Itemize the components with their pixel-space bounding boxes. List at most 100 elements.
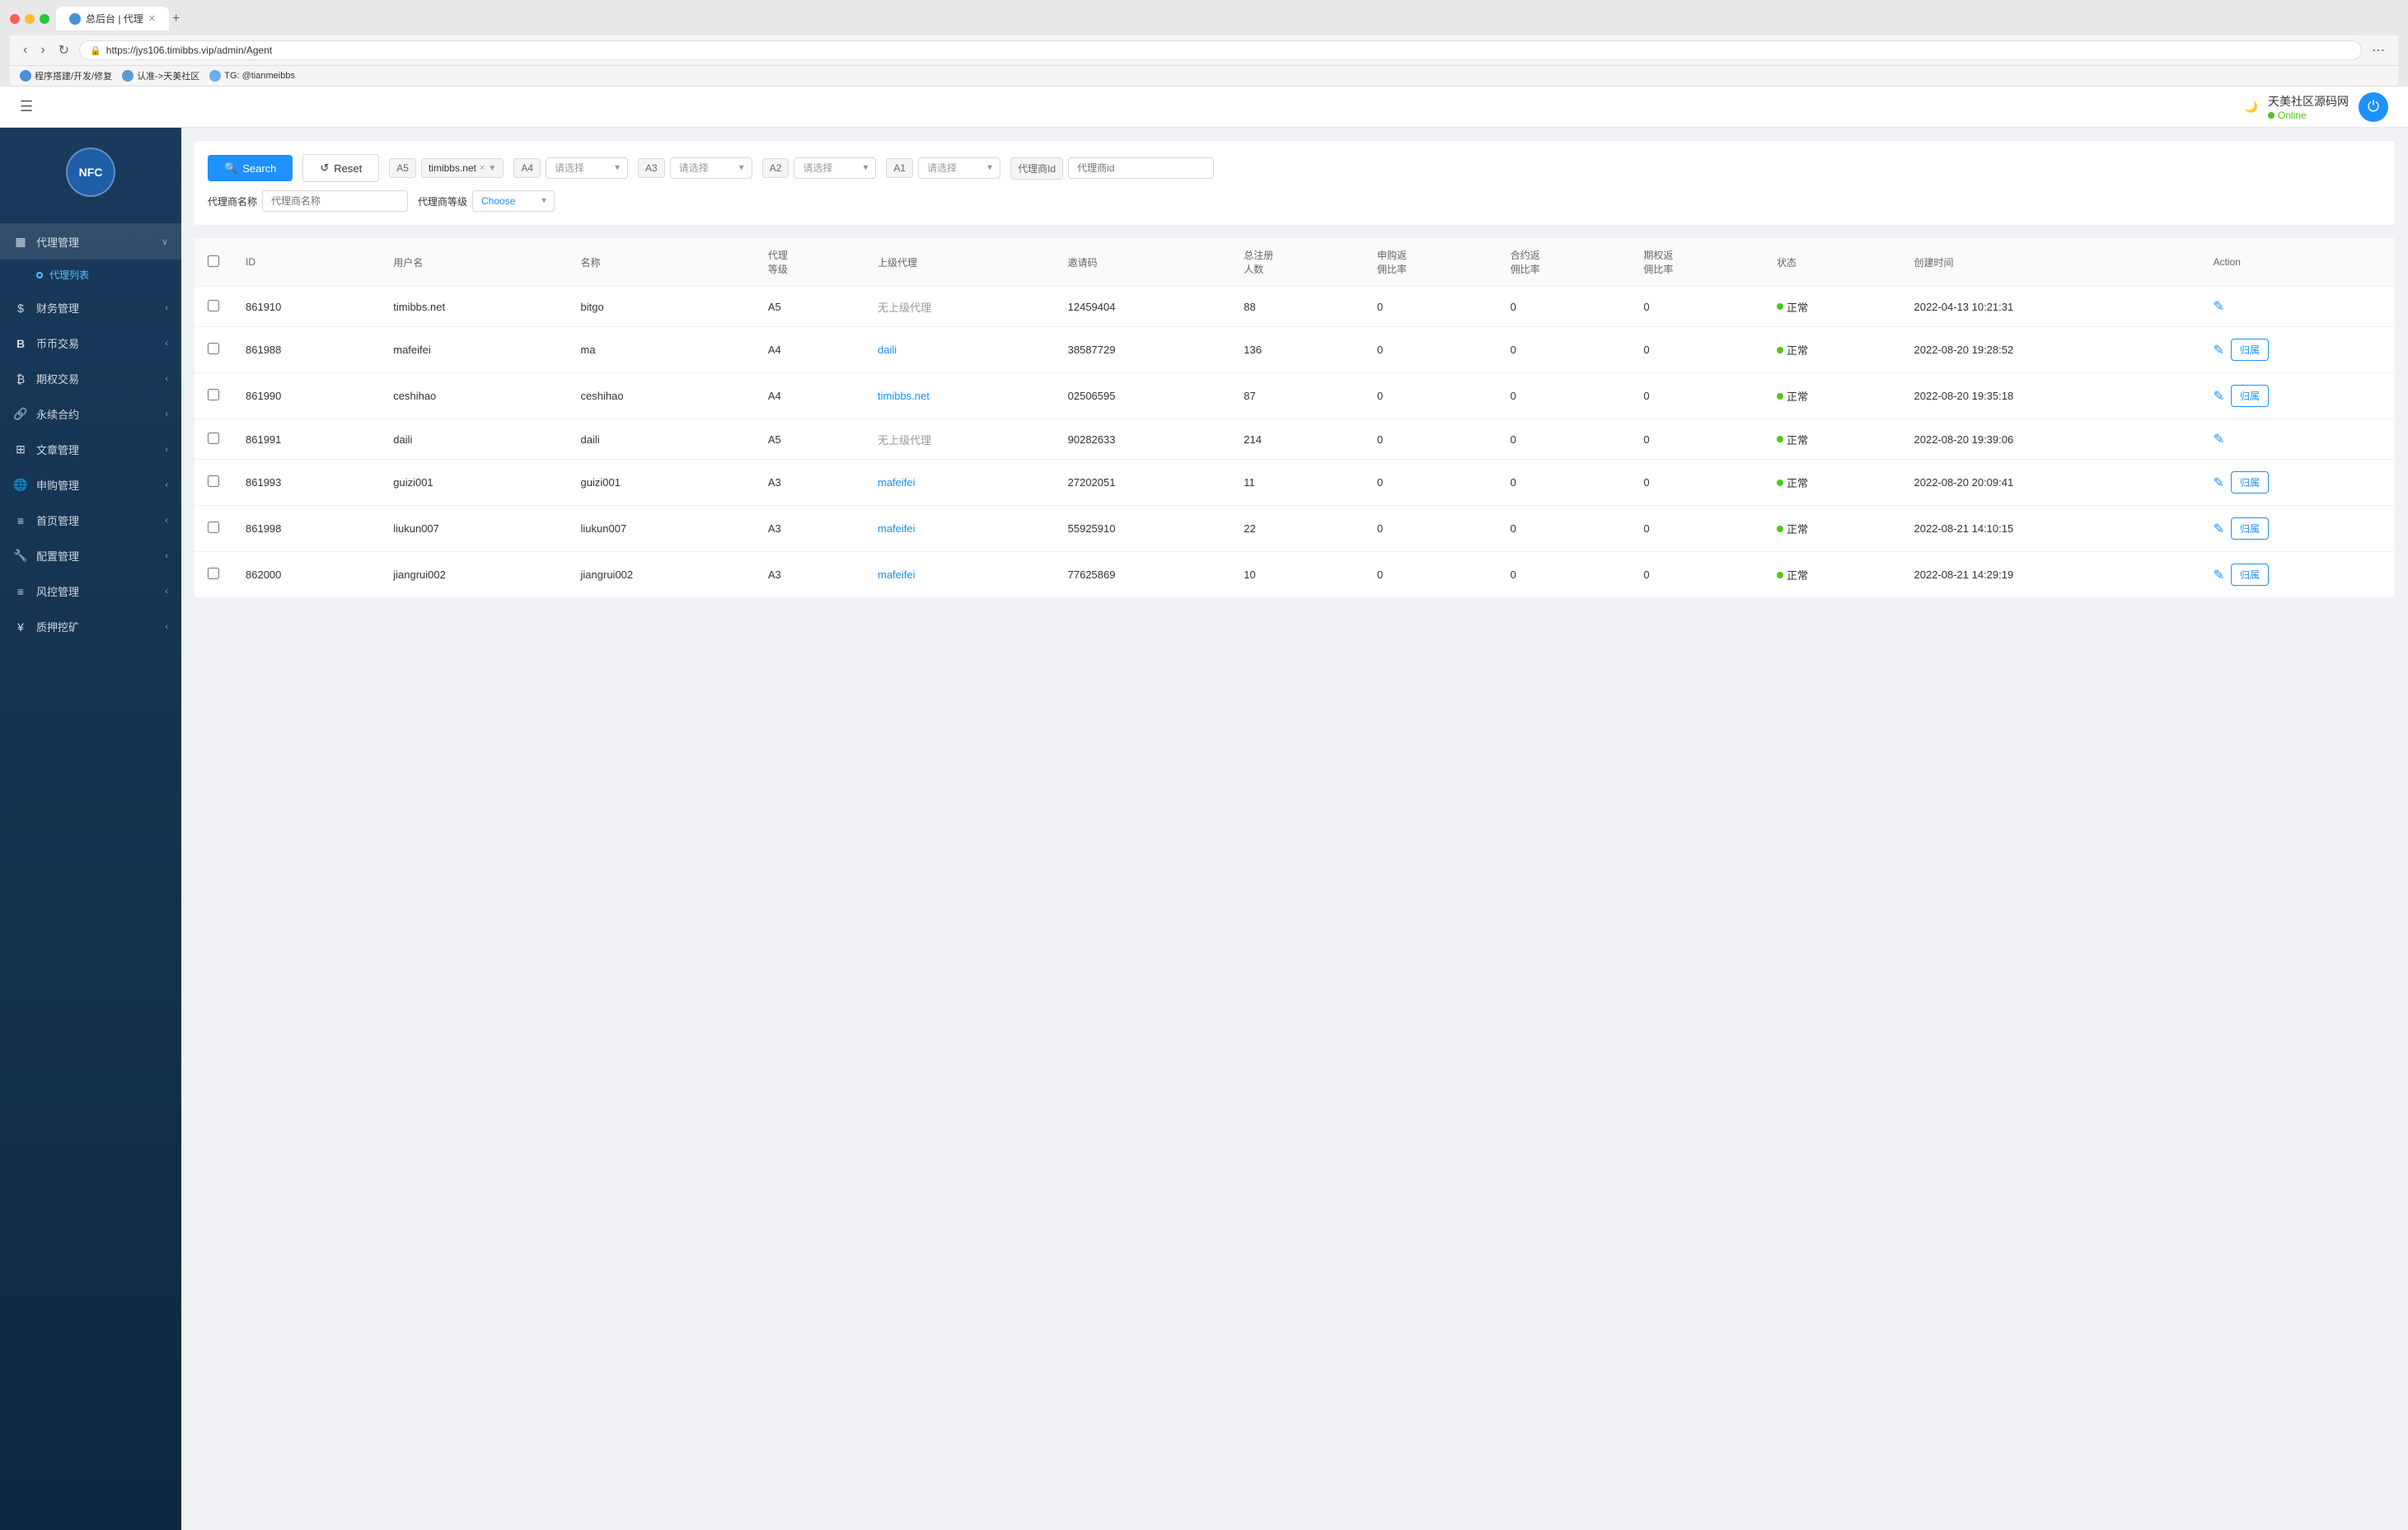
edit-button[interactable]: ✎ <box>2214 342 2224 358</box>
sidebar-subitem-agent-list[interactable]: 代理列表 <box>0 260 181 290</box>
cell-id: 861910 <box>232 287 380 327</box>
sidebar-item-config[interactable]: 🔧 配置管理 ‹ <box>0 538 181 573</box>
online-label: Online <box>2278 110 2307 121</box>
cell-parent: mafeifei <box>864 460 1055 506</box>
row-checkbox[interactable] <box>208 568 219 579</box>
sidebar-item-coin[interactable]: B 币币交易 ‹ <box>0 325 181 361</box>
parent-link[interactable]: mafeifei <box>878 568 916 581</box>
parent-link[interactable]: mafeifei <box>878 476 916 489</box>
cell-created: 2022-08-21 14:29:19 <box>1901 552 2200 598</box>
filter-tag-a3: A3 <box>638 158 665 178</box>
cell-invitecode: 55925910 <box>1055 506 1231 552</box>
filter-select-agentlevel[interactable]: Choose <box>472 190 555 212</box>
config-arrow-icon: ‹ <box>165 551 168 561</box>
sidebar-item-options[interactable]: ₿ 期权交易 ‹ <box>0 361 181 396</box>
sidebar-item-article[interactable]: ⊞ 文章管理 ‹ <box>0 432 181 467</box>
row-checkbox[interactable] <box>208 343 219 354</box>
logo-text: NFC <box>79 166 103 179</box>
status-dot-icon <box>1777 480 1783 486</box>
sidebar-item-perpetual[interactable]: 🔗 永续合约 ‹ <box>0 396 181 432</box>
sidebar-item-subscribe[interactable]: 🌐 申购管理 ‹ <box>0 467 181 503</box>
edit-button[interactable]: ✎ <box>2214 388 2224 405</box>
cell-id: 861998 <box>232 506 380 552</box>
edit-button[interactable]: ✎ <box>2214 475 2224 491</box>
search-button[interactable]: 🔍 Search <box>208 155 293 181</box>
filter-delete-a5[interactable]: × <box>480 163 485 173</box>
moon-icon[interactable]: 🌙 <box>2245 101 2258 114</box>
row-checkbox[interactable] <box>208 300 219 311</box>
col-username: 用户名 <box>380 238 567 287</box>
homepage-arrow-icon: ‹ <box>165 516 168 526</box>
tab-close-button[interactable]: ✕ <box>148 13 156 24</box>
filter-input-agentid[interactable] <box>1068 157 1214 179</box>
coin-arrow-icon: ‹ <box>165 339 168 349</box>
hamburger-menu[interactable]: ☰ <box>20 98 33 115</box>
filter-select-a2[interactable]: 请选择 <box>794 157 876 179</box>
status-label: 正常 <box>1787 567 1808 583</box>
edit-button[interactable]: ✎ <box>2214 521 2224 537</box>
filter-input-agentname[interactable] <box>262 190 408 212</box>
bookmark-item-2[interactable]: TG: @tianmeibbs <box>209 69 295 82</box>
parent-link[interactable]: timibbs.net <box>878 390 930 402</box>
subscribe-icon: 🌐 <box>13 478 28 493</box>
row-checkbox[interactable] <box>208 389 219 400</box>
traffic-light-red[interactable] <box>10 14 20 24</box>
edit-button[interactable]: ✎ <box>2214 431 2224 447</box>
filter-select-a3[interactable]: 请选择 <box>670 157 752 179</box>
table-row: 861993 guizi001 guizi001 A3 mafeifei 272… <box>194 460 2395 506</box>
edit-button[interactable]: ✎ <box>2214 298 2224 315</box>
cell-name: daili <box>568 419 755 460</box>
sidebar-item-finance[interactable]: $ 财务管理 ‹ <box>0 290 181 325</box>
cell-username: mafeifei <box>380 327 567 373</box>
cell-contract-ratio: 0 <box>1497 506 1631 552</box>
cell-parent: 无上级代理 <box>864 287 1055 327</box>
filter-group-a2: A2 请选择 <box>762 157 877 179</box>
filter-select-a1[interactable]: 请选择 <box>918 157 1000 179</box>
traffic-light-green[interactable] <box>40 14 49 24</box>
sidebar: NFC ▦ 代理管理 ∨ 代理列表 $ 财务管理 ‹ B 币币交易 ‹ ₿ 期权 <box>0 128 181 1530</box>
extensions-button[interactable]: ⋯ <box>2368 39 2388 62</box>
status-dot-icon <box>1777 572 1783 578</box>
back-button[interactable]: ‹ <box>20 40 30 61</box>
select-all-checkbox[interactable] <box>208 255 219 267</box>
reset-button[interactable]: ↺ Reset <box>302 154 379 182</box>
perpetual-icon: 🔗 <box>13 407 28 422</box>
row-checkbox[interactable] <box>208 475 219 487</box>
bookmark-item-1[interactable]: 认准->天美社区 <box>122 69 199 82</box>
status-label: 正常 <box>1787 299 1808 315</box>
filter-group-a1: A1 请选择 <box>886 157 1000 179</box>
browser-tab[interactable]: 总后台 | 代理 ✕ <box>56 7 169 30</box>
traffic-light-yellow[interactable] <box>25 14 35 24</box>
forward-button[interactable]: › <box>37 40 48 61</box>
cell-status: 正常 <box>1764 419 1900 460</box>
cell-subscribe-ratio: 0 <box>1364 287 1497 327</box>
filter-select-a4[interactable]: 请选择 <box>546 157 628 179</box>
edit-button[interactable]: ✎ <box>2214 567 2224 583</box>
sidebar-item-homepage[interactable]: ≡ 首页管理 ‹ <box>0 503 181 538</box>
sidebar-item-agent[interactable]: ▦ 代理管理 ∨ <box>0 224 181 260</box>
assign-button[interactable]: 归属 <box>2231 564 2269 586</box>
new-tab-button[interactable]: + <box>172 12 180 26</box>
cell-totalusers: 22 <box>1230 506 1364 552</box>
assign-button[interactable]: 归属 <box>2231 471 2269 494</box>
article-arrow-icon: ‹ <box>165 445 168 455</box>
col-created: 创建时间 <box>1901 238 2200 287</box>
assign-button[interactable]: 归属 <box>2231 339 2269 361</box>
assign-button[interactable]: 归属 <box>2231 385 2269 407</box>
cell-contract-ratio: 0 <box>1497 419 1631 460</box>
assign-button[interactable]: 归属 <box>2231 517 2269 540</box>
power-button[interactable]: ⏻ <box>2359 92 2388 122</box>
refresh-button[interactable]: ↻ <box>55 39 73 62</box>
bookmark-item-0[interactable]: 程序搭建/开发/修复 <box>20 69 112 82</box>
url-bar[interactable]: 🔒 https://jys106.timibbs.vip/admin/Agent <box>79 40 2362 60</box>
parent-link[interactable]: daili <box>878 344 897 356</box>
sidebar-item-pledge[interactable]: ¥ 质押挖矿 ‹ <box>0 609 181 644</box>
row-checkbox[interactable] <box>208 433 219 444</box>
parent-link[interactable]: mafeifei <box>878 522 916 535</box>
cell-contract-ratio: 0 <box>1497 327 1631 373</box>
sidebar-item-risk[interactable]: ≡ 风控管理 ‹ <box>0 573 181 609</box>
cell-options-ratio: 0 <box>1630 287 1764 327</box>
cell-invitecode: 77625869 <box>1055 552 1231 598</box>
cell-name: jiangrui002 <box>568 552 755 598</box>
row-checkbox[interactable] <box>208 522 219 533</box>
